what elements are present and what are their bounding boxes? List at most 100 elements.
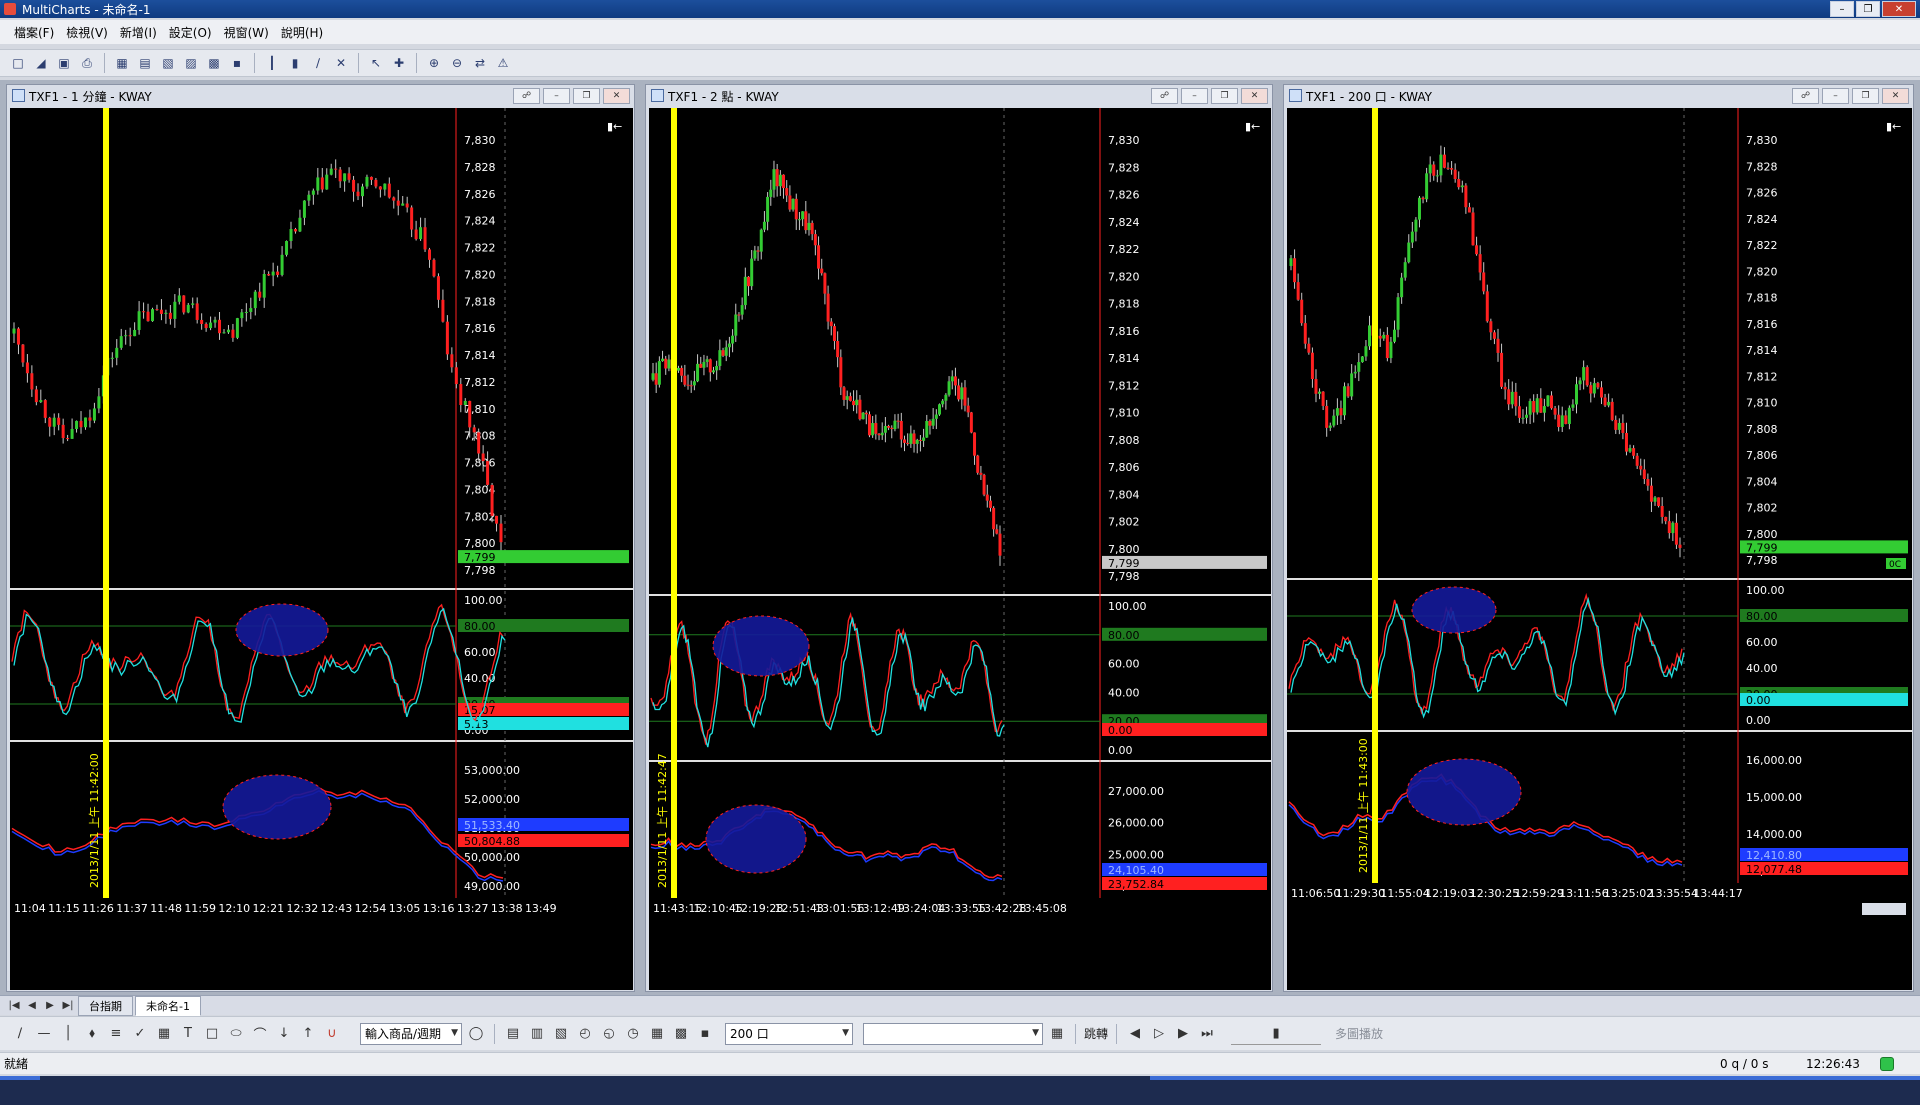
tab-taifex[interactable]: 台指期 [78, 995, 133, 1016]
resolution-combo[interactable]: 200 口 ▼ [725, 1022, 853, 1045]
alert-icon[interactable]: ⚠ [493, 53, 513, 73]
restore-icon[interactable]: ❐ [1852, 88, 1879, 104]
minimize-icon[interactable]: – [543, 88, 570, 104]
rectangle-icon[interactable]: □ [202, 1023, 222, 1045]
next-tab-icon[interactable]: ▶ [42, 1000, 58, 1011]
refresh-icon[interactable]: ◯ [466, 1023, 486, 1045]
symbol-combo[interactable]: 輸入商品/週期 ▼ [360, 1022, 462, 1045]
price-bar-body [953, 376, 957, 386]
new-icon[interactable]: □ [8, 53, 28, 73]
minimize-icon[interactable]: – [1181, 88, 1208, 104]
zoom-out-icon[interactable]: ⊖ [447, 53, 467, 73]
menu-settings[interactable]: 設定(O) [169, 24, 212, 41]
dom-icon[interactable]: ▧ [158, 53, 178, 73]
save-icon[interactable]: ▣ [54, 53, 74, 73]
menu-view[interactable]: 檢視(V) [66, 24, 108, 41]
chart-canvas[interactable]: 7,830 7,828 7,826 7,824 7,822 7,820 7,818 7,816… [1287, 108, 1912, 990]
price-tick-label: 7,806 [1108, 461, 1140, 474]
close-icon[interactable]: ✕ [603, 88, 630, 104]
playback-speed-slider[interactable]: ▮ [1231, 1023, 1322, 1045]
prev-tab-icon[interactable]: ◀ [24, 1000, 40, 1011]
chart-canvas[interactable]: 7,830 7,828 7,826 7,824 7,822 7,820 7,818 7,816… [10, 108, 633, 990]
print-icon[interactable]: ⎙ [77, 53, 97, 73]
arc-icon[interactable]: ⌒ [250, 1023, 270, 1045]
price-bar-body [276, 271, 280, 275]
volume-tick-label: 25,000.00 [1108, 848, 1164, 861]
restore-icon[interactable]: ❐ [1211, 88, 1238, 104]
fibonacci-icon[interactable]: ≡ [106, 1023, 126, 1045]
line-icon[interactable]: ∕ [308, 53, 328, 73]
multi-chart-playback-button[interactable]: 多圖播放 [1335, 1025, 1383, 1042]
play-icon[interactable]: ▷ [1149, 1023, 1169, 1045]
step-back-icon[interactable]: ◀ [1125, 1023, 1145, 1045]
menu-insert[interactable]: 新增(I) [120, 24, 157, 41]
tick-chart-icon[interactable]: ▤ [503, 1023, 523, 1045]
arrow-down-icon[interactable]: ↓ [274, 1023, 294, 1045]
arrow-up-icon[interactable]: ↑ [298, 1023, 318, 1045]
chart-window-icon[interactable]: ▦ [112, 53, 132, 73]
price-marker-label: 7,799 [1108, 557, 1140, 570]
range-chart-icon[interactable]: ▧ [551, 1023, 571, 1045]
quote-icon[interactable]: ▪ [227, 53, 247, 73]
price-bar-body [1535, 398, 1539, 413]
tab-untitled[interactable]: 未命名-1 [135, 995, 201, 1016]
restore-icon[interactable]: ❐ [1856, 1, 1880, 17]
volume-chart-icon[interactable]: ▥ [527, 1023, 547, 1045]
cursor-icon[interactable]: ↖ [366, 53, 386, 73]
calendar-icon[interactable]: ▦ [1047, 1023, 1067, 1045]
close-icon[interactable]: ✕ [1241, 88, 1268, 104]
price-bar-body [963, 387, 967, 406]
monthly-chart-icon[interactable]: ▪ [695, 1023, 715, 1045]
crosshair-icon[interactable]: ✚ [389, 53, 409, 73]
trendline-icon[interactable]: ∕ [10, 1023, 30, 1045]
first-tab-icon[interactable]: |◀ [6, 1000, 22, 1011]
text-icon[interactable]: T [178, 1023, 198, 1045]
last-tab-icon[interactable]: ▶| [60, 1000, 76, 1011]
chart-canvas[interactable]: 7,830 7,828 7,826 7,824 7,822 7,820 7,818 7,816… [649, 108, 1271, 990]
grid-icon[interactable]: ▦ [154, 1023, 174, 1045]
bar-chart-icon[interactable]: ┃ [262, 53, 282, 73]
restore-icon[interactable]: ❐ [573, 88, 600, 104]
osc-tick-label: 0.00 [1746, 714, 1771, 727]
channel-icon[interactable]: ⬧ [82, 1023, 102, 1045]
sync-icon[interactable]: ☍ [1792, 88, 1819, 104]
minimize-icon[interactable]: – [1830, 1, 1854, 17]
price-bar-body [836, 341, 840, 358]
time-tick-label: 11:55:04 [1380, 887, 1429, 900]
session-combo[interactable]: ▼ [863, 1022, 1043, 1045]
horizontal-line-icon[interactable]: — [34, 1023, 54, 1045]
zoom-in-icon[interactable]: ⊕ [424, 53, 444, 73]
price-bar-body [957, 385, 961, 400]
seconds-chart-icon[interactable]: ◴ [575, 1023, 595, 1045]
sync-icon[interactable]: ☍ [513, 88, 540, 104]
ellipse-icon[interactable]: ⬭ [226, 1023, 246, 1045]
close-icon[interactable]: ✕ [1882, 1, 1916, 17]
menu-window[interactable]: 視窗(W) [224, 24, 269, 41]
close-icon[interactable]: ✕ [1882, 88, 1909, 104]
weekly-chart-icon[interactable]: ▩ [671, 1023, 691, 1045]
fast-forward-icon[interactable]: ⏭ [1197, 1023, 1217, 1045]
candle-icon[interactable]: ▮ [285, 53, 305, 73]
step-forward-icon[interactable]: ▶ [1173, 1023, 1193, 1045]
menu-file[interactable]: 檔案(F) [14, 24, 54, 41]
magnet-icon[interactable]: ∪ [322, 1023, 342, 1045]
price-marker-label: 7,799 [1746, 541, 1778, 554]
scanner-icon[interactable]: ▤ [135, 53, 155, 73]
order-icon[interactable]: ▩ [204, 53, 224, 73]
toolbar-separator [358, 53, 359, 73]
hours-chart-icon[interactable]: ◷ [623, 1023, 643, 1045]
daily-chart-icon[interactable]: ▦ [647, 1023, 667, 1045]
link-button[interactable]: 跳轉 [1084, 1025, 1108, 1042]
open-icon[interactable]: ◢ [31, 53, 51, 73]
price-bar-body [186, 304, 190, 313]
price-bar-body [486, 461, 490, 485]
minimize-icon[interactable]: – [1822, 88, 1849, 104]
portfolio-icon[interactable]: ▨ [181, 53, 201, 73]
point-figure-icon[interactable]: ✕ [331, 53, 351, 73]
sync-icon[interactable]: ☍ [1151, 88, 1178, 104]
menu-help[interactable]: 說明(H) [281, 24, 323, 41]
minutes-chart-icon[interactable]: ◵ [599, 1023, 619, 1045]
scroll-icon[interactable]: ⇄ [470, 53, 490, 73]
vertical-line-icon[interactable]: │ [58, 1023, 78, 1045]
gann-icon[interactable]: ✓ [130, 1023, 150, 1045]
